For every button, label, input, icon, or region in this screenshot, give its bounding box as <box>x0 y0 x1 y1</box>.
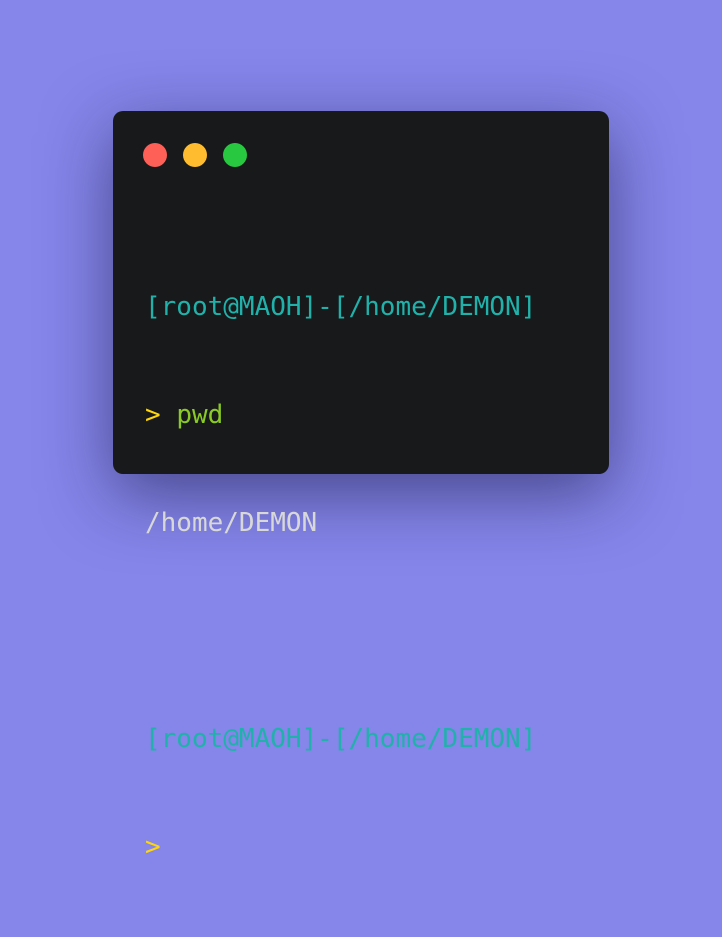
window-controls <box>143 143 247 167</box>
output-line: /home/DEMON <box>145 505 536 541</box>
output-text: /home/DEMON <box>145 508 318 538</box>
terminal-output[interactable]: [root@MAOH]-[/home/DEMON] > pwd /home/DE… <box>145 217 536 937</box>
prompt-text: [root@MAOH]-[/home/DEMON] <box>145 724 537 754</box>
terminal-window: [root@MAOH]-[/home/DEMON] > pwd /home/DE… <box>113 111 609 862</box>
maximize-button[interactable] <box>223 143 247 167</box>
prompt-text: [root@MAOH]-[/home/DEMON] <box>145 292 537 322</box>
prompt-caret: > <box>145 832 161 862</box>
input-line[interactable]: > <box>145 829 536 865</box>
close-button[interactable] <box>143 143 167 167</box>
prompt-caret: > <box>145 400 161 430</box>
prompt-line: [root@MAOH]-[/home/DEMON] <box>145 721 536 757</box>
prompt-line: [root@MAOH]-[/home/DEMON] <box>145 289 536 325</box>
command-text: pwd <box>176 400 224 430</box>
command-line: > pwd <box>145 397 536 433</box>
minimize-button[interactable] <box>183 143 207 167</box>
